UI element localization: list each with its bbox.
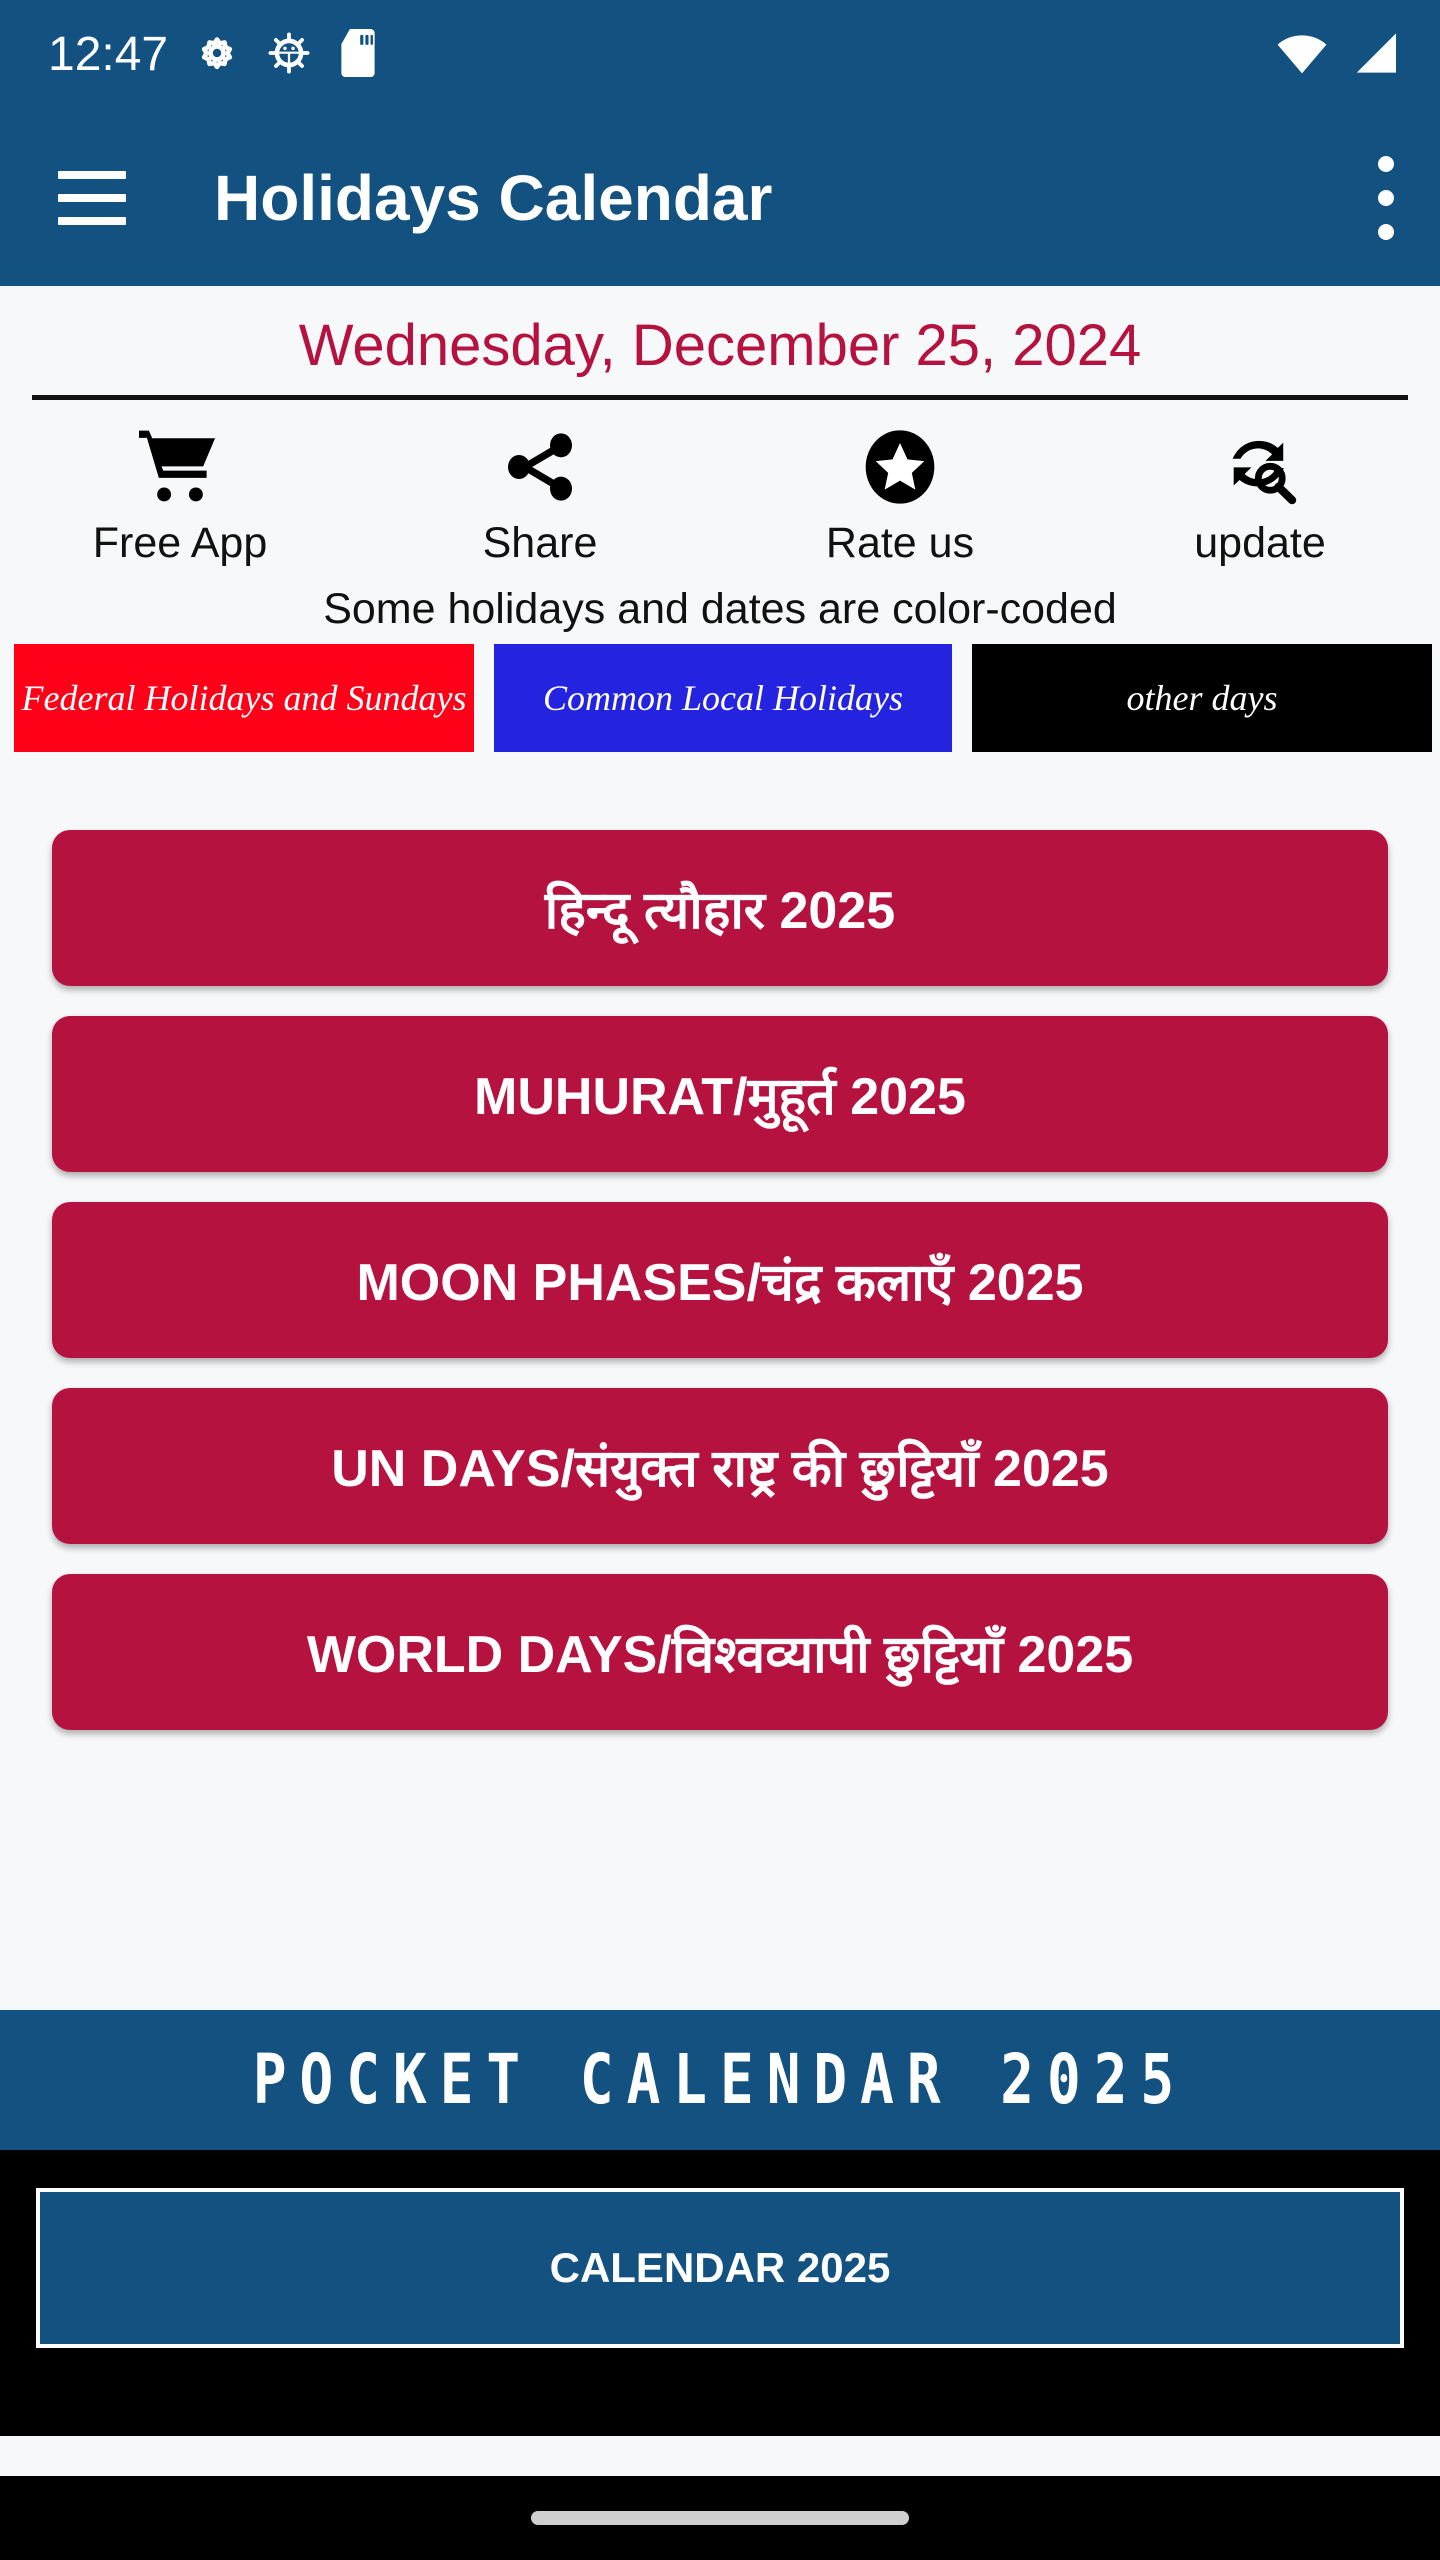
rate-us-label: Rate us [825, 519, 975, 567]
legend-row: Federal Holidays and Sundays Common Loca… [0, 644, 1440, 753]
hamburger-menu-icon[interactable] [58, 171, 126, 225]
app-bar: Holidays Calendar [0, 110, 1440, 286]
gear-icon [194, 30, 240, 81]
calendar-button-container: CALENDAR 2025 [0, 2150, 1440, 2392]
update-button[interactable]: update [1080, 424, 1440, 567]
pocket-calendar-banner-text: POCKET CALENDAR 2025 [252, 2040, 1188, 2120]
wifi-icon [1276, 31, 1328, 80]
cellular-signal-icon [1350, 31, 1400, 80]
free-app-label: Free App [92, 519, 268, 567]
status-clock: 12:47 [48, 28, 169, 81]
status-bar: 12:47 [0, 0, 1440, 110]
world-days-button[interactable]: WORLD DAYS/विश्वव्यापी छुट्टियाँ 2025 [52, 1574, 1388, 1731]
app-root: 12:47 Holidays Calendar Wednesday, Decem… [0, 0, 1440, 2560]
share-icon [500, 424, 580, 510]
sd-card-icon [338, 28, 378, 82]
legend-note: Some holidays and dates are color-coded [323, 585, 1117, 634]
share-button[interactable]: Share [360, 424, 720, 567]
home-gesture-pill[interactable] [531, 2511, 909, 2525]
page-title: Holidays Calendar [214, 162, 773, 234]
free-app-button[interactable]: Free App [0, 424, 360, 567]
shopping-cart-icon [137, 424, 223, 510]
more-vertical-icon[interactable] [1376, 156, 1396, 240]
hindu-festivals-button[interactable]: हिन्दू त्यौहार 2025 [52, 830, 1388, 987]
main-content: Wednesday, December 25, 2024 Free App Sh… [0, 286, 1440, 2010]
pocket-calendar-banner[interactable]: POCKET CALENDAR 2025 [0, 2010, 1440, 2150]
current-date-label: Wednesday, December 25, 2024 [298, 313, 1142, 378]
android-bug-icon [266, 30, 312, 81]
quick-actions-row: Free App Share Rate us update [0, 400, 1440, 571]
bottom-light-strip [0, 2436, 1440, 2476]
share-label: Share [482, 519, 598, 567]
moon-phases-button[interactable]: MOON PHASES/चंद्र कलाएँ 2025 [52, 1202, 1388, 1359]
category-button-list: हिन्दू त्यौहार 2025 MUHURAT/मुहूर्त 2025… [0, 752, 1440, 1731]
refresh-search-icon [1219, 424, 1301, 510]
calendar-2025-button[interactable]: CALENDAR 2025 [36, 2188, 1404, 2348]
legend-federal-holidays[interactable]: Federal Holidays and Sundays [14, 644, 474, 753]
legend-common-local-holidays[interactable]: Common Local Holidays [494, 644, 952, 753]
status-bar-left: 12:47 [48, 28, 378, 82]
star-circle-icon [860, 424, 940, 510]
status-bar-right [1276, 31, 1400, 80]
un-days-button[interactable]: UN DAYS/संयुक्त राष्ट्र की छुट्टियाँ 202… [52, 1388, 1388, 1545]
muhurat-button[interactable]: MUHURAT/मुहूर्त 2025 [52, 1016, 1388, 1173]
bottom-black-filler [0, 2392, 1440, 2436]
rate-us-button[interactable]: Rate us [720, 424, 1080, 567]
system-nav-bar [0, 2476, 1440, 2560]
update-label: update [1194, 519, 1326, 567]
legend-other-days[interactable]: other days [972, 644, 1432, 753]
